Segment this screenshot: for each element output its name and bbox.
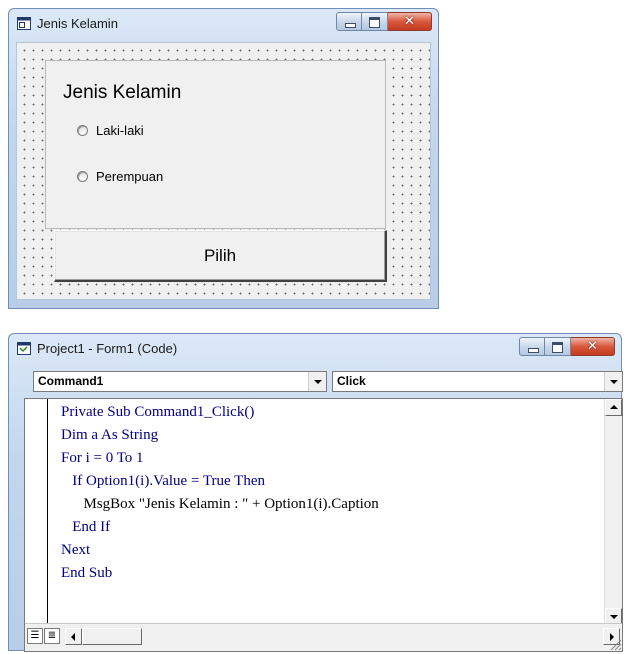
form-window-title: Jenis Kelamin: [37, 16, 118, 31]
maximize-button[interactable]: [362, 12, 388, 31]
code-line[interactable]: End Sub: [61, 564, 112, 583]
option-laki-laki[interactable]: Laki-laki: [77, 123, 144, 138]
code-editor[interactable]: Private Sub Command1_Click() Dim a As St…: [24, 398, 623, 652]
code-line[interactable]: If Option1(i).Value = True Then: [61, 472, 265, 491]
procedure-dropdown-value: Click: [337, 374, 366, 388]
close-icon: ✕: [587, 339, 598, 354]
code-title-bar[interactable]: Project1 - Form1 (Code) ✕: [9, 334, 621, 364]
horizontal-scrollbar[interactable]: [65, 628, 620, 645]
option-label: Laki-laki: [96, 123, 144, 138]
code-line[interactable]: Dim a As String: [61, 426, 158, 445]
code-line[interactable]: End If: [61, 518, 110, 537]
frame-caption: Jenis Kelamin: [60, 81, 185, 105]
maximize-button[interactable]: [545, 337, 571, 356]
chevron-down-icon[interactable]: [308, 372, 326, 391]
close-button[interactable]: ✕: [388, 12, 432, 31]
pilih-button[interactable]: Pilih: [54, 230, 387, 282]
radio-icon: [77, 171, 88, 182]
form-caption-buttons: ✕: [336, 12, 432, 31]
close-button[interactable]: ✕: [571, 337, 615, 356]
form-window-icon: [17, 17, 31, 30]
object-dropdown-value: Command1: [38, 374, 104, 388]
code-window-icon: [17, 342, 31, 355]
option-label: Perempuan: [96, 169, 164, 184]
code-caption-buttons: ✕: [519, 337, 615, 356]
procedure-view-icon[interactable]: ☰: [27, 628, 43, 644]
code-window-title: Project1 - Form1 (Code): [37, 341, 178, 356]
minimize-button[interactable]: [336, 12, 362, 31]
vertical-scrollbar[interactable]: [604, 399, 622, 625]
option-perempuan[interactable]: Perempuan: [77, 169, 163, 184]
scroll-thumb[interactable]: [82, 628, 142, 645]
code-window: Project1 - Form1 (Code) ✕ Command1 Click…: [8, 333, 623, 652]
procedure-dropdown[interactable]: Click: [332, 371, 623, 392]
scroll-left-icon[interactable]: [65, 628, 82, 645]
scroll-up-icon[interactable]: [605, 399, 622, 416]
code-line[interactable]: MsgBox "Jenis Kelamin : " + Option1(i).C…: [61, 495, 379, 514]
full-module-view-icon[interactable]: ≣: [44, 628, 60, 644]
resize-grip-icon[interactable]: [605, 634, 622, 651]
close-icon: ✕: [404, 14, 415, 29]
code-line[interactable]: Private Sub Command1_Click(): [61, 403, 254, 422]
editor-bottom-bar: ☰ ≣: [25, 623, 622, 651]
object-dropdown[interactable]: Command1: [33, 371, 327, 392]
form-title-bar[interactable]: Jenis Kelamin ✕: [9, 9, 438, 39]
margin-indicator-bar[interactable]: [25, 399, 48, 625]
minimize-button[interactable]: [519, 337, 545, 356]
code-line[interactable]: For i = 0 To 1: [61, 449, 144, 468]
radio-icon: [77, 125, 88, 136]
chevron-down-icon[interactable]: [604, 372, 622, 391]
code-line[interactable]: Next: [61, 541, 90, 560]
